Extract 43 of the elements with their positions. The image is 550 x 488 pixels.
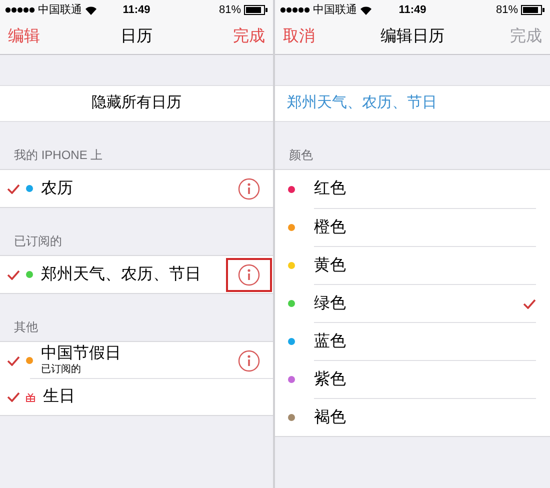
info-icon[interactable] [238, 350, 260, 372]
done-button[interactable]: 完成 [195, 25, 265, 49]
color-name: 绿色 [314, 294, 346, 314]
color-option[interactable]: 蓝色 [275, 322, 550, 360]
info-icon[interactable] [238, 264, 260, 286]
signal-icon [5, 7, 35, 13]
calendar-name: 生日 [43, 387, 75, 407]
color-option[interactable]: 绿色 [275, 284, 550, 322]
section-header: 我的 IPHONE 上 [14, 147, 103, 164]
color-option[interactable]: 紫色 [275, 360, 550, 398]
nav-title: 编辑日历 [380, 26, 444, 47]
wifi-icon [85, 6, 97, 14]
signal-icon [280, 7, 310, 13]
color-option[interactable]: 红色 [275, 170, 550, 208]
carrier-name: 中国联通 [38, 2, 82, 18]
carrier-name: 中国联通 [313, 2, 357, 18]
cancel-edit-button[interactable]: 编辑 [8, 25, 78, 49]
color-option[interactable]: 褐色 [275, 398, 550, 436]
status-time: 11:49 [398, 2, 426, 18]
calendar-name: 郑州天气、农历、节日 [41, 264, 201, 284]
nav-title: 日历 [120, 27, 152, 47]
section-header: 其他 [14, 319, 38, 336]
color-option[interactable]: 黄色 [275, 246, 550, 284]
section-header: 已订阅的 [14, 233, 62, 250]
color-name: 黄色 [314, 256, 346, 276]
status-time: 11:49 [122, 2, 150, 18]
battery-percent: 81% [218, 2, 241, 18]
color-name: 蓝色 [314, 332, 346, 352]
info-icon[interactable] [238, 178, 260, 200]
calendar-name: 中国节假日 [41, 344, 121, 364]
calendar-name: 农历 [41, 178, 73, 198]
battery-percent: 81% [496, 2, 518, 18]
battery-icon [244, 5, 268, 15]
battery-icon [521, 5, 545, 15]
color-option[interactable]: 橙色 [275, 208, 550, 246]
color-name: 紫色 [314, 370, 346, 390]
color-name: 褐色 [314, 408, 346, 428]
section-header: 颜色 [289, 147, 313, 164]
wifi-icon [360, 6, 372, 14]
calendar-subtitle: 已订阅的 [41, 364, 82, 377]
cancel-edit-button[interactable]: 取消 [283, 25, 353, 49]
color-name: 红色 [314, 179, 346, 199]
color-name: 橙色 [314, 218, 346, 238]
